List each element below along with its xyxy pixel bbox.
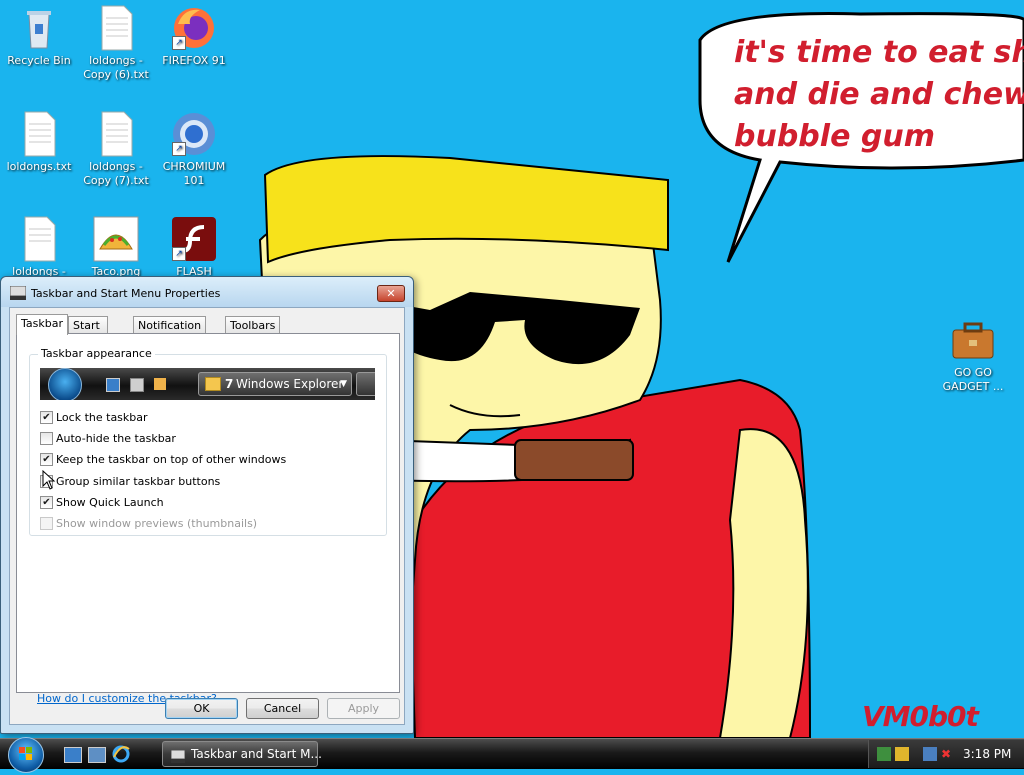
recycle-bin-icon	[15, 4, 63, 52]
taskbar: Taskbar and Start M... ✖ 3:18 PM	[0, 737, 1024, 773]
keep-on-top-checkbox[interactable]: ✔	[40, 453, 53, 466]
dialog-client-area: Taskbar Start Menu Notification Area Too…	[9, 307, 405, 725]
tab-notification-area[interactable]: Notification Area	[133, 316, 207, 349]
notification-area: ✖ 3:18 PM	[868, 740, 1024, 768]
network-status-icon[interactable]	[923, 747, 937, 761]
taskbar-appearance-group: Taskbar appearance 7 Windows Explorer ▼	[29, 347, 387, 536]
option-label: Group similar taskbar buttons	[56, 475, 221, 488]
apply-button: Apply	[327, 698, 400, 719]
speech-line-2: and die and chew	[734, 77, 1024, 112]
desktop-icon-label: CHROMIUM 101	[162, 160, 226, 187]
chevron-down-icon: ▼	[340, 379, 347, 389]
group-title: Taskbar appearance	[38, 347, 155, 360]
desktop-icon-loldongs-copy-7[interactable]: loldongs - Copy (7).txt	[78, 110, 154, 188]
taskbar-properties-icon	[9, 285, 27, 300]
briefcase-icon	[949, 316, 997, 364]
quick-launch-checkbox[interactable]: ✔	[40, 496, 53, 509]
windows-logo-icon	[48, 368, 82, 400]
tab-taskbar[interactable]: Taskbar	[16, 314, 68, 335]
volume-muted-icon[interactable]: ✖	[941, 747, 955, 761]
auto-hide-checkbox[interactable]	[40, 432, 53, 445]
taskbar-button-label: Taskbar and Start M...	[191, 747, 322, 761]
internet-explorer-icon[interactable]	[112, 745, 130, 763]
desktop-icon-loldongs-partial[interactable]: loldongs -	[1, 215, 77, 279]
desktop-icon-label: loldongs - Copy (6).txt	[83, 54, 149, 81]
text-file-icon	[15, 215, 63, 263]
notepad-icon	[130, 378, 144, 392]
security-alert-icon[interactable]	[895, 747, 909, 761]
option-label: Show Quick Launch	[56, 496, 164, 509]
desktop-icon-firefox[interactable]: ↗ FIREFOX 91	[156, 4, 232, 68]
desktop-icon-recycle-bin[interactable]: Recycle Bin	[1, 4, 77, 68]
taskbar-properties-icon	[170, 747, 186, 763]
desktop-icon-loldongs[interactable]: loldongs.txt	[1, 110, 77, 174]
desktop-icon-label: loldongs.txt	[6, 160, 72, 173]
firefox-icon: ↗	[170, 4, 218, 52]
option-label: Auto-hide the taskbar	[56, 432, 176, 445]
text-file-icon	[15, 110, 63, 158]
window-previews-checkbox	[40, 517, 53, 530]
dialog-titlebar[interactable]: Taskbar and Start Menu Properties ✕	[1, 277, 413, 307]
tab-toolbars[interactable]: Toolbars	[225, 316, 281, 334]
preview-taskbar-button-partial	[356, 372, 375, 396]
option-label: Lock the taskbar	[56, 411, 148, 424]
image-file-icon	[92, 215, 140, 263]
taskbar-button-properties[interactable]: Taskbar and Start M...	[162, 741, 322, 767]
taskbar-preview: 7 Windows Explorer ▼	[40, 368, 375, 400]
clock[interactable]: 3:18 PM	[963, 747, 1011, 761]
close-icon: ✕	[386, 287, 396, 300]
wallpaper-signature: VM0b0t	[862, 700, 979, 733]
lock-taskbar-checkbox[interactable]: ✔	[40, 411, 53, 424]
desktop-icon-loldongs-copy-6[interactable]: loldongs - Copy (6).txt	[78, 4, 154, 82]
mouse-cursor-icon	[42, 470, 56, 490]
text-file-icon	[92, 110, 140, 158]
close-button[interactable]: ✕	[377, 285, 405, 302]
preview-window-count: 7	[225, 377, 234, 391]
tab-panel-taskbar: Taskbar appearance 7 Windows Explorer ▼	[16, 333, 400, 705]
cancel-button[interactable]: Cancel	[246, 698, 319, 719]
windows-logo-icon	[19, 747, 32, 760]
tab-start-menu[interactable]: Start Menu	[68, 316, 109, 349]
chromium-icon: ↗	[170, 110, 218, 158]
show-desktop-icon	[106, 378, 120, 392]
paint-icon	[154, 378, 166, 390]
ok-button[interactable]: OK	[165, 698, 238, 719]
desktop-icon-taco[interactable]: Taco.png	[78, 215, 154, 279]
preview-taskbar-button: 7 Windows Explorer ▼	[198, 372, 352, 396]
option-label: Show window previews (thumbnails)	[56, 517, 258, 530]
preview-window-label: Windows Explorer	[236, 377, 344, 391]
desktop-icon-flash[interactable]: ↗ FLASH	[156, 215, 232, 279]
text-file-icon	[92, 4, 140, 52]
network-icon[interactable]	[877, 747, 891, 761]
show-desktop-icon[interactable]	[64, 747, 82, 763]
folder-icon	[205, 377, 221, 391]
flash-icon: ↗	[170, 215, 218, 263]
option-label: Keep the taskbar on top of other windows	[56, 453, 287, 466]
taskbar-properties-dialog: Taskbar and Start Menu Properties ✕ Task…	[0, 276, 414, 734]
switch-windows-icon[interactable]	[88, 747, 106, 763]
speech-line-1: it's time to eat shit	[734, 35, 1024, 70]
dialog-title: Taskbar and Start Menu Properties	[31, 287, 221, 300]
desktop-icon-label: FIREFOX 91	[162, 54, 226, 67]
cigar	[514, 439, 634, 481]
speech-line-3: bubble gum	[734, 119, 935, 154]
desktop-icon-label: loldongs - Copy (7).txt	[83, 160, 149, 187]
desktop-icon-label: Recycle Bin	[7, 54, 71, 67]
desktop-icon-go-go-gadget[interactable]: GO GO GADGET ...	[935, 316, 1011, 394]
desktop-icon-label: GO GO GADGET ...	[942, 366, 1004, 393]
desktop-icon-chromium[interactable]: ↗ CHROMIUM 101	[156, 110, 232, 188]
